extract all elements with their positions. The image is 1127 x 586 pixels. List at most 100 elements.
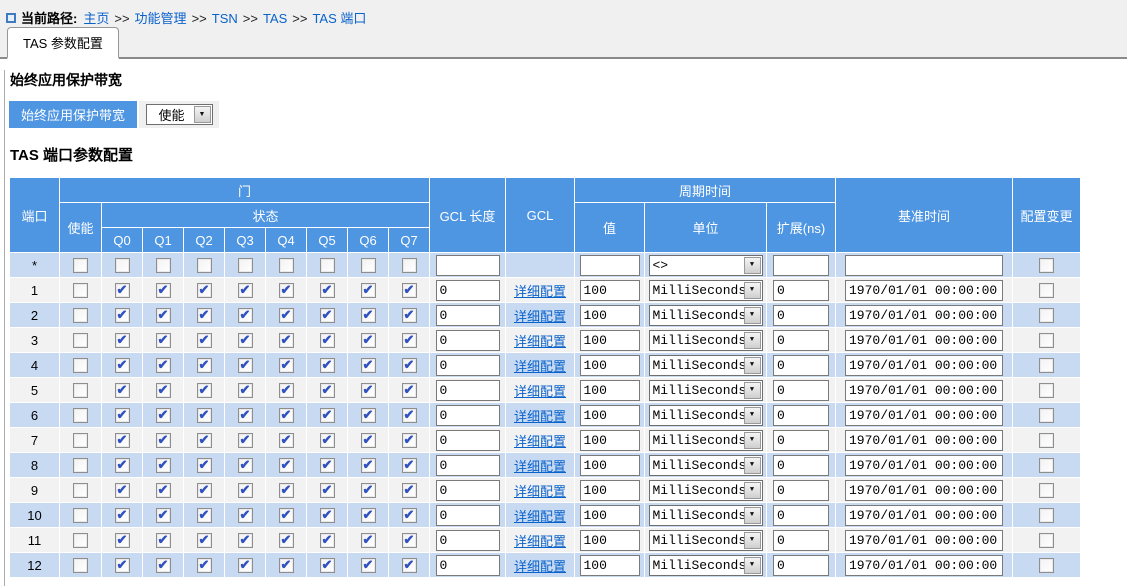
cycle-value-input[interactable] (580, 330, 640, 351)
gcl-length-input[interactable] (436, 380, 500, 401)
queue-q5-checkbox[interactable] (320, 358, 335, 373)
queue-q7-checkbox[interactable] (402, 308, 417, 323)
queue-q6-checkbox[interactable] (361, 458, 376, 473)
queue-q6-checkbox[interactable] (361, 483, 376, 498)
gcl-detail-link[interactable]: 详细配置 (514, 459, 566, 474)
gcl-length-input[interactable] (436, 355, 500, 376)
unit-select[interactable]: <>▼ (649, 255, 763, 276)
queue-q4-checkbox[interactable] (279, 508, 294, 523)
queue-q5-checkbox[interactable] (320, 483, 335, 498)
enable-checkbox[interactable] (73, 283, 88, 298)
enable-checkbox[interactable] (73, 383, 88, 398)
queue-q5-checkbox[interactable] (320, 458, 335, 473)
enable-checkbox[interactable] (73, 533, 88, 548)
queue-q2-checkbox[interactable] (197, 458, 212, 473)
config-change-checkbox[interactable] (1039, 308, 1054, 323)
queue-q0-checkbox[interactable] (115, 458, 130, 473)
unit-select[interactable]: MilliSeconds▼ (649, 380, 763, 401)
queue-q7-checkbox[interactable] (402, 533, 417, 548)
extension-input[interactable] (773, 255, 829, 276)
cycle-value-input[interactable] (580, 530, 640, 551)
queue-q3-checkbox[interactable] (238, 458, 253, 473)
queue-q2-checkbox[interactable] (197, 383, 212, 398)
unit-select[interactable]: MilliSeconds▼ (649, 480, 763, 501)
extension-input[interactable] (773, 530, 829, 551)
queue-q4-checkbox[interactable] (279, 358, 294, 373)
extension-input[interactable] (773, 430, 829, 451)
cycle-value-input[interactable] (580, 305, 640, 326)
queue-q6-checkbox[interactable] (361, 408, 376, 423)
gcl-detail-link[interactable]: 详细配置 (514, 384, 566, 399)
extension-input[interactable] (773, 455, 829, 476)
extension-input[interactable] (773, 305, 829, 326)
queue-q3-checkbox[interactable] (238, 483, 253, 498)
queue-q2-checkbox[interactable] (197, 483, 212, 498)
queue-q0-checkbox[interactable] (115, 358, 130, 373)
config-change-checkbox[interactable] (1039, 458, 1054, 473)
gcl-detail-link[interactable]: 详细配置 (514, 559, 566, 574)
unit-select[interactable]: MilliSeconds▼ (649, 555, 763, 576)
queue-q6-checkbox[interactable] (361, 533, 376, 548)
queue-q2-checkbox[interactable] (197, 308, 212, 323)
extension-input[interactable] (773, 555, 829, 576)
enable-checkbox[interactable] (73, 258, 88, 273)
queue-q4-checkbox[interactable] (279, 383, 294, 398)
queue-q6-checkbox[interactable] (361, 508, 376, 523)
queue-q6-checkbox[interactable] (361, 558, 376, 573)
enable-checkbox[interactable] (73, 458, 88, 473)
queue-q7-checkbox[interactable] (402, 433, 417, 448)
gcl-length-input[interactable] (436, 255, 500, 276)
cycle-value-input[interactable] (580, 355, 640, 376)
extension-input[interactable] (773, 405, 829, 426)
queue-q7-checkbox[interactable] (402, 333, 417, 348)
gcl-detail-link[interactable]: 详细配置 (514, 359, 566, 374)
queue-q6-checkbox[interactable] (361, 283, 376, 298)
gcl-length-input[interactable] (436, 280, 500, 301)
enable-checkbox[interactable] (73, 483, 88, 498)
enable-checkbox[interactable] (73, 333, 88, 348)
queue-q3-checkbox[interactable] (238, 558, 253, 573)
queue-q0-checkbox[interactable] (115, 258, 130, 273)
queue-q6-checkbox[interactable] (361, 383, 376, 398)
queue-q7-checkbox[interactable] (402, 508, 417, 523)
config-change-checkbox[interactable] (1039, 333, 1054, 348)
queue-q6-checkbox[interactable] (361, 258, 376, 273)
enable-checkbox[interactable] (73, 358, 88, 373)
queue-q2-checkbox[interactable] (197, 408, 212, 423)
unit-select[interactable]: MilliSeconds▼ (649, 455, 763, 476)
queue-q2-checkbox[interactable] (197, 533, 212, 548)
queue-q1-checkbox[interactable] (156, 333, 171, 348)
queue-q1-checkbox[interactable] (156, 533, 171, 548)
queue-q6-checkbox[interactable] (361, 333, 376, 348)
queue-q4-checkbox[interactable] (279, 283, 294, 298)
enable-checkbox[interactable] (73, 308, 88, 323)
enable-checkbox[interactable] (73, 508, 88, 523)
base-time-input[interactable] (845, 305, 1003, 326)
queue-q3-checkbox[interactable] (238, 333, 253, 348)
unit-select[interactable]: MilliSeconds▼ (649, 280, 763, 301)
queue-q4-checkbox[interactable] (279, 258, 294, 273)
queue-q7-checkbox[interactable] (402, 358, 417, 373)
queue-q2-checkbox[interactable] (197, 433, 212, 448)
cycle-value-input[interactable] (580, 255, 640, 276)
queue-q5-checkbox[interactable] (320, 283, 335, 298)
base-time-input[interactable] (845, 505, 1003, 526)
queue-q5-checkbox[interactable] (320, 508, 335, 523)
queue-q4-checkbox[interactable] (279, 308, 294, 323)
gcl-length-input[interactable] (436, 405, 500, 426)
base-time-input[interactable] (845, 355, 1003, 376)
gcl-detail-link[interactable]: 详细配置 (514, 484, 566, 499)
breadcrumb-link[interactable]: TAS (263, 11, 287, 26)
base-time-input[interactable] (845, 330, 1003, 351)
tab-tas-param-config[interactable]: TAS 参数配置 (7, 27, 119, 59)
config-change-checkbox[interactable] (1039, 533, 1054, 548)
queue-q3-checkbox[interactable] (238, 308, 253, 323)
queue-q0-checkbox[interactable] (115, 508, 130, 523)
queue-q6-checkbox[interactable] (361, 308, 376, 323)
queue-q1-checkbox[interactable] (156, 433, 171, 448)
queue-q1-checkbox[interactable] (156, 258, 171, 273)
queue-q4-checkbox[interactable] (279, 433, 294, 448)
extension-input[interactable] (773, 280, 829, 301)
queue-q7-checkbox[interactable] (402, 558, 417, 573)
queue-q4-checkbox[interactable] (279, 558, 294, 573)
